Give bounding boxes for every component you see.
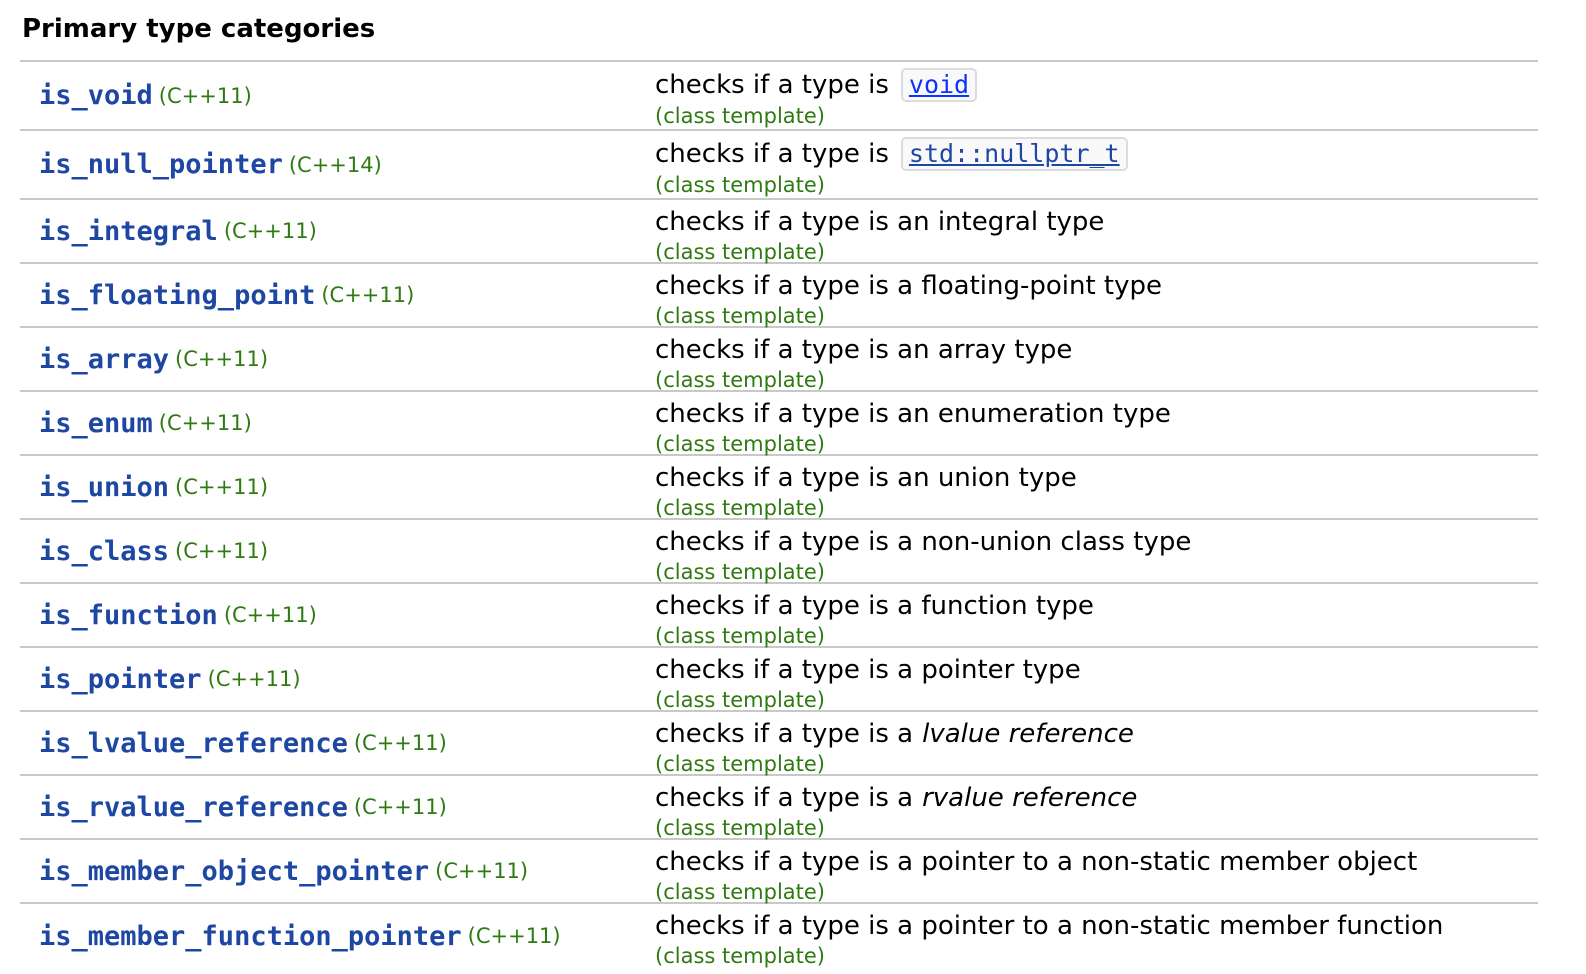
version-badge: (C++11) — [158, 83, 252, 108]
kind-label: (class template) — [655, 816, 825, 840]
kind-label: (class template) — [655, 240, 825, 264]
trait-link[interactable]: is_floating_point — [39, 280, 315, 311]
table-row: is_array (C++11) checks if a type is an a… — [20, 328, 1538, 392]
description-text: checks if a type is an integral type — [655, 207, 1105, 237]
trait-link[interactable]: is_array — [39, 344, 169, 375]
kind-label: (class template) — [655, 880, 825, 904]
trait-link[interactable]: is_member_function_pointer — [39, 921, 462, 952]
table-row: is_member_function_pointer (C++11) checks… — [20, 904, 1538, 968]
table-row: is_class (C++11) checks if a type is a no… — [20, 520, 1538, 584]
section-heading: Primary type categories — [22, 14, 376, 44]
version-badge: (C++11) — [207, 667, 301, 691]
kind-label: (class template) — [655, 624, 825, 648]
kind-label: (class template) — [655, 560, 825, 584]
kind-label: (class template) — [655, 104, 825, 128]
trait-link[interactable]: is_class — [39, 536, 169, 567]
description-text: checks if a type is a pointer to a non-s… — [655, 911, 1444, 941]
description-text: checks if a type is an union type — [655, 463, 1077, 493]
trait-link[interactable]: is_rvalue_reference — [39, 792, 348, 823]
description-text: checks if a type is — [655, 70, 889, 100]
description-text: checks if a type is a — [655, 783, 914, 813]
table-row: is_integral (C++11) checks if a type is a… — [20, 200, 1538, 264]
description-text: checks if a type is a non-union class ty… — [655, 527, 1192, 557]
description-text: checks if a type is a floating-point typ… — [655, 271, 1162, 301]
code-link[interactable]: std::nullptr_t — [900, 137, 1128, 171]
version-badge: (C++11) — [435, 859, 529, 883]
kind-label: (class template) — [655, 944, 825, 968]
kind-label: (class template) — [655, 304, 825, 328]
description-text: checks if a type is a function type — [655, 591, 1094, 621]
version-badge: (C++11) — [353, 731, 447, 755]
code-link[interactable]: void — [900, 68, 978, 102]
version-badge: (C++11) — [158, 411, 252, 435]
description-text: checks if a type is a pointer to a non-s… — [655, 847, 1418, 877]
table-row: is_function (C++11) checks if a type is a… — [20, 584, 1538, 648]
description-text: checks if a type is an enumeration type — [655, 399, 1171, 429]
table-row: is_floating_point (C++11) checks if a typ… — [20, 264, 1538, 328]
trait-link[interactable]: is_null_pointer — [39, 149, 283, 180]
kind-label: (class template) — [655, 688, 825, 712]
trait-link[interactable]: is_lvalue_reference — [39, 728, 348, 759]
emphasis-term: lvalue reference — [922, 719, 1134, 749]
trait-link[interactable]: is_enum — [39, 408, 153, 439]
kind-label: (class template) — [655, 496, 825, 520]
trait-link[interactable]: is_member_object_pointer — [39, 856, 429, 887]
version-badge: (C++11) — [175, 539, 269, 563]
table-row: is_rvalue_reference (C++11) checks if a t… — [20, 776, 1538, 840]
table-row: is_void (C++11) checks if a type is void (c… — [20, 62, 1538, 131]
trait-link[interactable]: is_void — [39, 80, 153, 111]
table-row: is_union (C++11) checks if a type is an u… — [20, 456, 1538, 520]
description-text: checks if a type is a pointer type — [655, 655, 1081, 685]
type-categories-table: is_void (C++11) checks if a type is void (c… — [20, 60, 1538, 968]
version-badge: (C++11) — [467, 924, 561, 948]
table-row: is_member_object_pointer (C++11) checks i… — [20, 840, 1538, 904]
trait-link[interactable]: is_function — [39, 600, 218, 631]
description-text: checks if a type is an array type — [655, 335, 1073, 365]
version-badge: (C++14) — [288, 152, 382, 177]
version-badge: (C++11) — [175, 347, 269, 371]
version-badge: (C++11) — [223, 603, 317, 627]
version-badge: (C++11) — [353, 795, 447, 819]
kind-label: (class template) — [655, 368, 825, 392]
version-badge: (C++11) — [223, 219, 317, 243]
trait-link[interactable]: is_union — [39, 472, 169, 503]
kind-label: (class template) — [655, 173, 825, 197]
trait-link[interactable]: is_pointer — [39, 664, 202, 695]
table-row: is_pointer (C++11) checks if a type is a … — [20, 648, 1538, 712]
description-text: checks if a type is — [655, 139, 889, 169]
emphasis-term: rvalue reference — [922, 783, 1138, 813]
table-row: is_lvalue_reference (C++11) checks if a t… — [20, 712, 1538, 776]
kind-label: (class template) — [655, 432, 825, 456]
version-badge: (C++11) — [321, 283, 415, 307]
table-row: is_enum (C++11) checks if a type is an en… — [20, 392, 1538, 456]
version-badge: (C++11) — [175, 475, 269, 499]
table-row: is_null_pointer (C++14) checks if a type … — [20, 131, 1538, 200]
trait-link[interactable]: is_integral — [39, 216, 218, 247]
kind-label: (class template) — [655, 752, 825, 776]
description-text: checks if a type is a — [655, 719, 914, 749]
